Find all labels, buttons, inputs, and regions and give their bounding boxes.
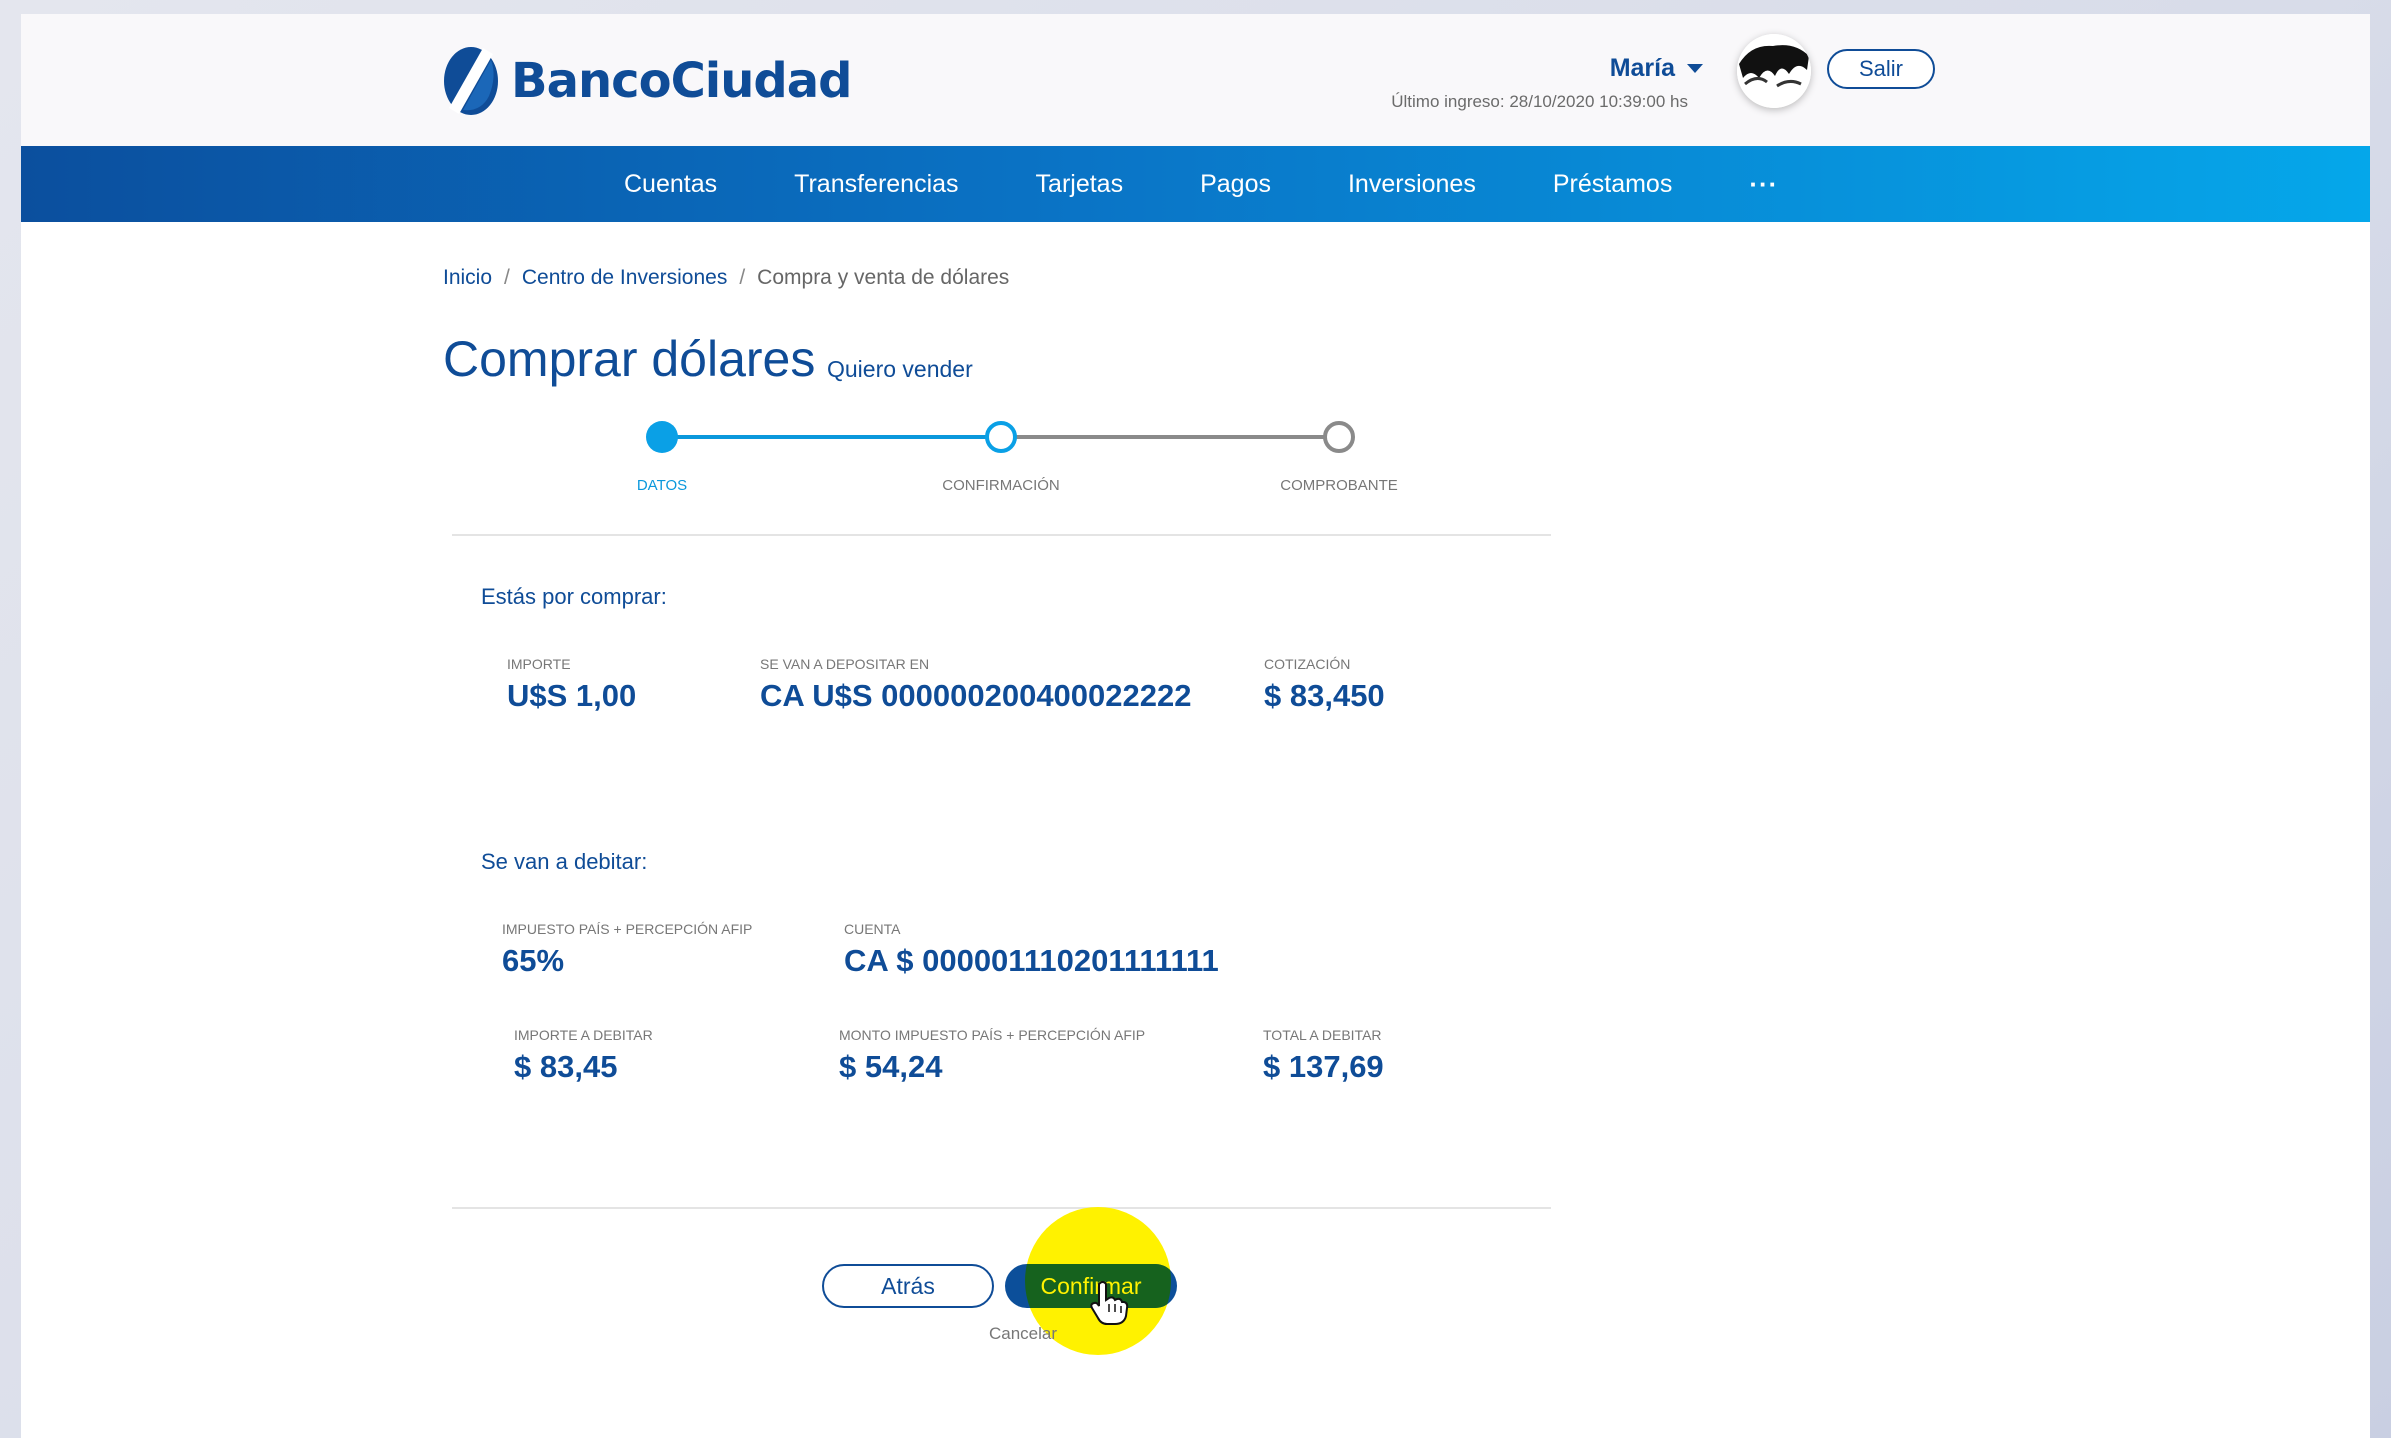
chevron-down-icon — [1687, 64, 1703, 73]
user-name: María — [1609, 54, 1675, 82]
breadcrumb-current: Compra y venta de dólares — [757, 266, 1010, 289]
nav-item-cuentas[interactable]: Cuentas — [624, 170, 717, 199]
main-nav: Cuentas Transferencias Tarjetas Pagos In… — [21, 146, 2370, 222]
nav-item-inversiones[interactable]: Inversiones — [1348, 170, 1476, 199]
debit-section-title: Se van a debitar: — [481, 849, 648, 874]
page-title: Comprar dólares — [443, 331, 816, 387]
purchase-section-title: Estás por comprar: — [481, 584, 667, 609]
field-label-cuenta: CUENTA — [844, 921, 901, 937]
breadcrumb-inicio[interactable]: Inicio — [443, 266, 492, 290]
field-value-cuenta: CA $ 000001110201111111 — [844, 943, 1219, 978]
logout-button[interactable]: Salir — [1827, 49, 1935, 89]
stepper-line-completed — [661, 435, 1001, 439]
user-menu[interactable]: María — [1610, 54, 1703, 83]
field-label-impuesto: IMPUESTO PAÍS + PERCEPCIÓN AFIP — [502, 921, 753, 937]
bank-logo-icon — [444, 47, 498, 115]
sell-dollars-link[interactable]: Quiero vender — [827, 356, 973, 383]
field-value-cotizacion: $ 83,450 — [1264, 678, 1385, 713]
avatar-image-icon — [1737, 34, 1811, 108]
avatar[interactable] — [1737, 34, 1811, 108]
field-label-importe: IMPORTE — [507, 656, 571, 672]
section-divider — [452, 1207, 1551, 1209]
field-value-importe: U$S 1,00 — [507, 678, 637, 713]
field-label-cotizacion: COTIZACIÓN — [1264, 656, 1351, 672]
breadcrumb-separator: / — [504, 266, 510, 289]
nav-item-pagos[interactable]: Pagos — [1200, 170, 1271, 199]
field-value-deposit-account: CA U$S 000000200400022222 — [760, 678, 1192, 713]
back-button[interactable]: Atrás — [822, 1264, 994, 1308]
step-dot-datos — [646, 421, 678, 453]
section-divider — [452, 534, 1551, 536]
nav-item-tarjetas[interactable]: Tarjetas — [1036, 170, 1124, 199]
step-dot-confirmacion — [985, 421, 1017, 453]
step-dot-comprobante — [1323, 421, 1355, 453]
field-label-total: TOTAL A DEBITAR — [1263, 1027, 1382, 1043]
breadcrumb-separator: / — [739, 266, 746, 289]
nav-item-transferencias[interactable]: Transferencias — [794, 170, 958, 199]
field-value-monto-impuesto: $ 54,24 — [839, 1049, 943, 1084]
field-value-impuesto: 65% — [502, 943, 565, 978]
cancel-link[interactable]: Cancelar — [989, 1324, 1057, 1344]
step-label-datos: DATOS — [636, 477, 688, 494]
step-label-comprobante: COMPROBANTE — [1280, 477, 1398, 494]
field-label-importe-debitar: IMPORTE A DEBITAR — [514, 1027, 653, 1043]
brand-logo[interactable]: BancoCiudad — [443, 44, 853, 118]
step-label-confirmacion: CONFIRMACIÓN — [942, 477, 1060, 494]
more-menu-icon[interactable]: ··· — [1749, 169, 1778, 200]
field-value-importe-debitar: $ 83,45 — [514, 1049, 618, 1084]
brand-name: BancoCiudad — [511, 53, 853, 109]
nav-item-prestamos[interactable]: Préstamos — [1553, 170, 1672, 199]
breadcrumb-centro-inversiones[interactable]: Centro de Inversiones — [522, 266, 727, 290]
field-label-monto-impuesto: MONTO IMPUESTO PAÍS + PERCEPCIÓN AFIP — [839, 1027, 1146, 1043]
field-label-deposit-account: SE VAN A DEPOSITAR EN — [760, 656, 930, 672]
hand-cursor-icon — [1090, 1281, 1129, 1325]
breadcrumb: Inicio / Centro de Inversiones / Compra … — [443, 266, 1009, 290]
last-login-info: Último ingreso: 28/10/2020 10:39:00 hs — [1391, 92, 1688, 111]
stepper-line-pending — [1001, 435, 1341, 439]
browser-window: BancoCiudad María Último ingreso: 28/10/… — [21, 14, 2370, 1438]
field-value-total: $ 137,69 — [1263, 1049, 1384, 1084]
top-bar: BancoCiudad María Último ingreso: 28/10/… — [21, 14, 2370, 146]
